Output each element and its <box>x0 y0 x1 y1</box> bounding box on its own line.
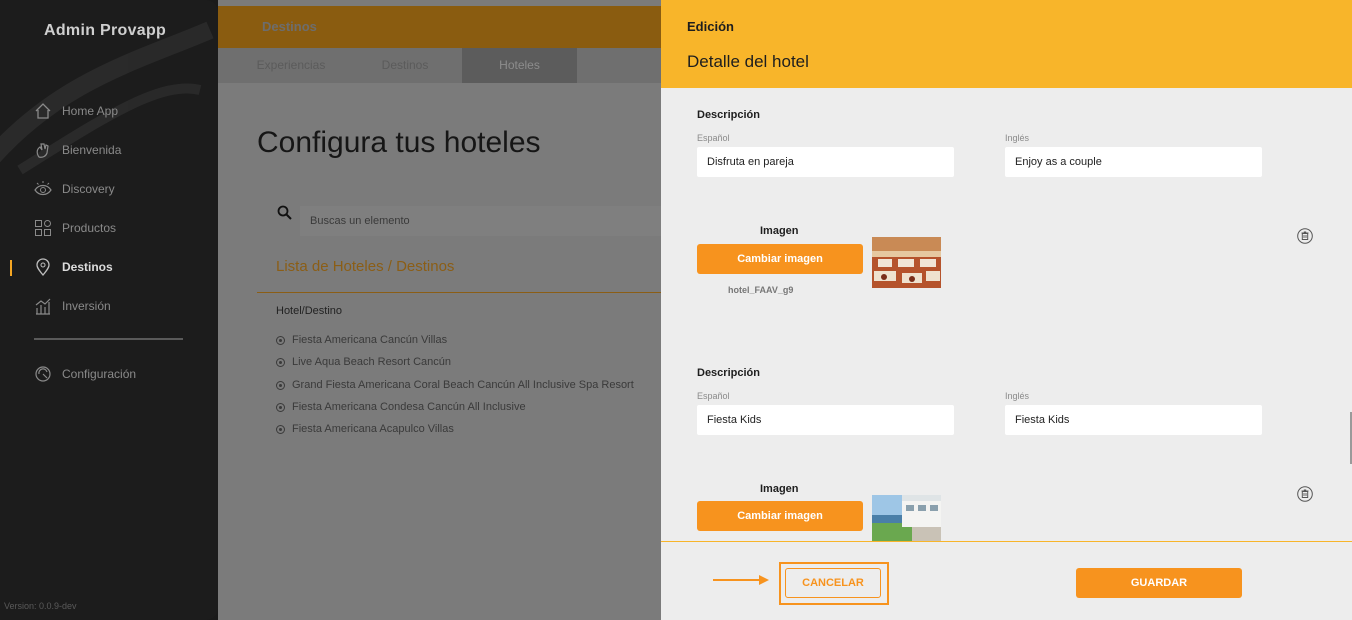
description-es-field[interactable]: Fiesta Kids <box>697 405 954 435</box>
list-item[interactable]: Grand Fiesta Americana Coral Beach Cancú… <box>276 379 634 391</box>
save-button[interactable]: GUARDAR <box>1076 568 1242 598</box>
tab-experiencias[interactable]: Experiencias <box>242 48 340 83</box>
hotel-image-thumbnail <box>872 495 941 541</box>
hotel-name: Fiesta Americana Acapulco Villas <box>292 423 454 435</box>
tab-destinos[interactable]: Destinos <box>356 48 454 83</box>
list-item[interactable]: Fiesta Americana Acapulco Villas <box>276 423 454 435</box>
panel-title: Detalle del hotel <box>687 52 809 71</box>
version-label: Version: 0.0.9-dev <box>4 601 77 611</box>
hotel-name: Grand Fiesta Americana Coral Beach Cancú… <box>292 379 634 391</box>
list-title: Lista de Hoteles / Destinos <box>276 258 455 275</box>
tab-bar: Experiencias Destinos Hoteles <box>218 48 661 83</box>
bar-chart-icon <box>35 298 51 315</box>
top-bar-title: Destinos <box>262 19 317 34</box>
sidebar-item-label: Bienvenida <box>62 143 122 157</box>
sidebar-item-inversion[interactable]: Inversión <box>34 294 111 318</box>
grid-icon <box>35 220 51 236</box>
expand-icon <box>276 357 285 367</box>
image-filename: hotel_FAAV_g9 <box>728 285 794 295</box>
list-item[interactable]: Fiesta Americana Cancún Villas <box>276 334 447 346</box>
sidebar-item-label: Configuración <box>62 367 137 381</box>
sidebar-item-bienvenida[interactable]: Bienvenida <box>34 138 121 162</box>
sidebar-item-destinos[interactable]: Destinos <box>34 255 113 279</box>
tab-hoteles[interactable]: Hoteles <box>462 48 577 83</box>
expand-icon <box>276 424 285 434</box>
description-label: Descripción <box>697 109 760 121</box>
sidebar-item-configuracion[interactable]: Configuración <box>34 362 136 386</box>
main-content: Destinos Experiencias Destinos Hoteles C… <box>218 0 661 620</box>
sidebar-item-label: Home App <box>62 104 119 118</box>
image-label: Imagen <box>760 483 799 495</box>
change-image-button[interactable]: Cambiar imagen <box>697 244 863 274</box>
list-item[interactable]: Live Aqua Beach Resort Cancún <box>276 356 451 368</box>
search-icon <box>277 205 292 220</box>
home-icon <box>35 103 51 119</box>
wave-hand-icon <box>36 143 49 158</box>
english-label: Inglés <box>1005 391 1030 401</box>
settings-icon <box>35 366 51 382</box>
sidebar-item-productos[interactable]: Productos <box>34 216 116 240</box>
location-pin-icon <box>36 258 50 276</box>
sidebar-item-label: Destinos <box>62 260 113 274</box>
cancel-button[interactable]: CANCELAR <box>785 568 881 598</box>
trash-icon[interactable] <box>1297 486 1313 502</box>
list-divider <box>257 292 661 293</box>
eye-icon <box>34 181 52 196</box>
active-nav-marker <box>10 260 12 276</box>
panel-kicker: Edición <box>687 19 734 34</box>
sidebar-item-home-app[interactable]: Home App <box>34 99 118 123</box>
column-header: Hotel/Destino <box>276 305 343 317</box>
expand-icon <box>276 335 285 345</box>
change-image-button[interactable]: Cambiar imagen <box>697 501 863 531</box>
image-label: Imagen <box>760 225 799 237</box>
description-en-field[interactable]: Enjoy as a couple <box>1005 147 1262 177</box>
top-bar: Destinos <box>218 6 661 48</box>
sidebar-divider <box>34 338 183 340</box>
panel-footer: CANCELAR GUARDAR <box>661 541 1352 620</box>
search-placeholder: Buscas un elemento <box>310 215 410 227</box>
expand-icon <box>276 402 285 412</box>
description-label: Descripción <box>697 367 760 379</box>
sidebar-item-label: Discovery <box>62 182 115 196</box>
hotel-name: Fiesta Americana Condesa Cancún All Incl… <box>292 401 526 413</box>
spanish-label: Español <box>697 391 730 401</box>
description-es-field[interactable]: Disfruta en pareja <box>697 147 954 177</box>
app-brand: Admin Provapp <box>44 22 167 39</box>
spanish-label: Español <box>697 133 730 143</box>
edit-hotel-panel: Edición Detalle del hotel Descripción Es… <box>661 0 1352 620</box>
sidebar-item-discovery[interactable]: Discovery <box>34 177 115 201</box>
expand-icon <box>276 380 285 390</box>
panel-header: Edición Detalle del hotel <box>661 0 1352 88</box>
arrow-right-icon <box>713 575 769 585</box>
hotel-image-thumbnail <box>872 237 941 288</box>
list-item[interactable]: Fiesta Americana Condesa Cancún All Incl… <box>276 401 526 413</box>
description-en-field[interactable]: Fiesta Kids <box>1005 405 1262 435</box>
english-label: Inglés <box>1005 133 1030 143</box>
page-title: Configura tus hoteles <box>257 126 541 159</box>
sidebar: Admin Provapp Home App Bienvenida Discov… <box>0 0 218 620</box>
hotel-name: Live Aqua Beach Resort Cancún <box>292 356 451 368</box>
sidebar-item-label: Productos <box>62 221 117 235</box>
sidebar-item-label: Inversión <box>62 299 111 313</box>
hotel-name: Fiesta Americana Cancún Villas <box>292 334 448 346</box>
trash-icon[interactable] <box>1297 228 1313 244</box>
